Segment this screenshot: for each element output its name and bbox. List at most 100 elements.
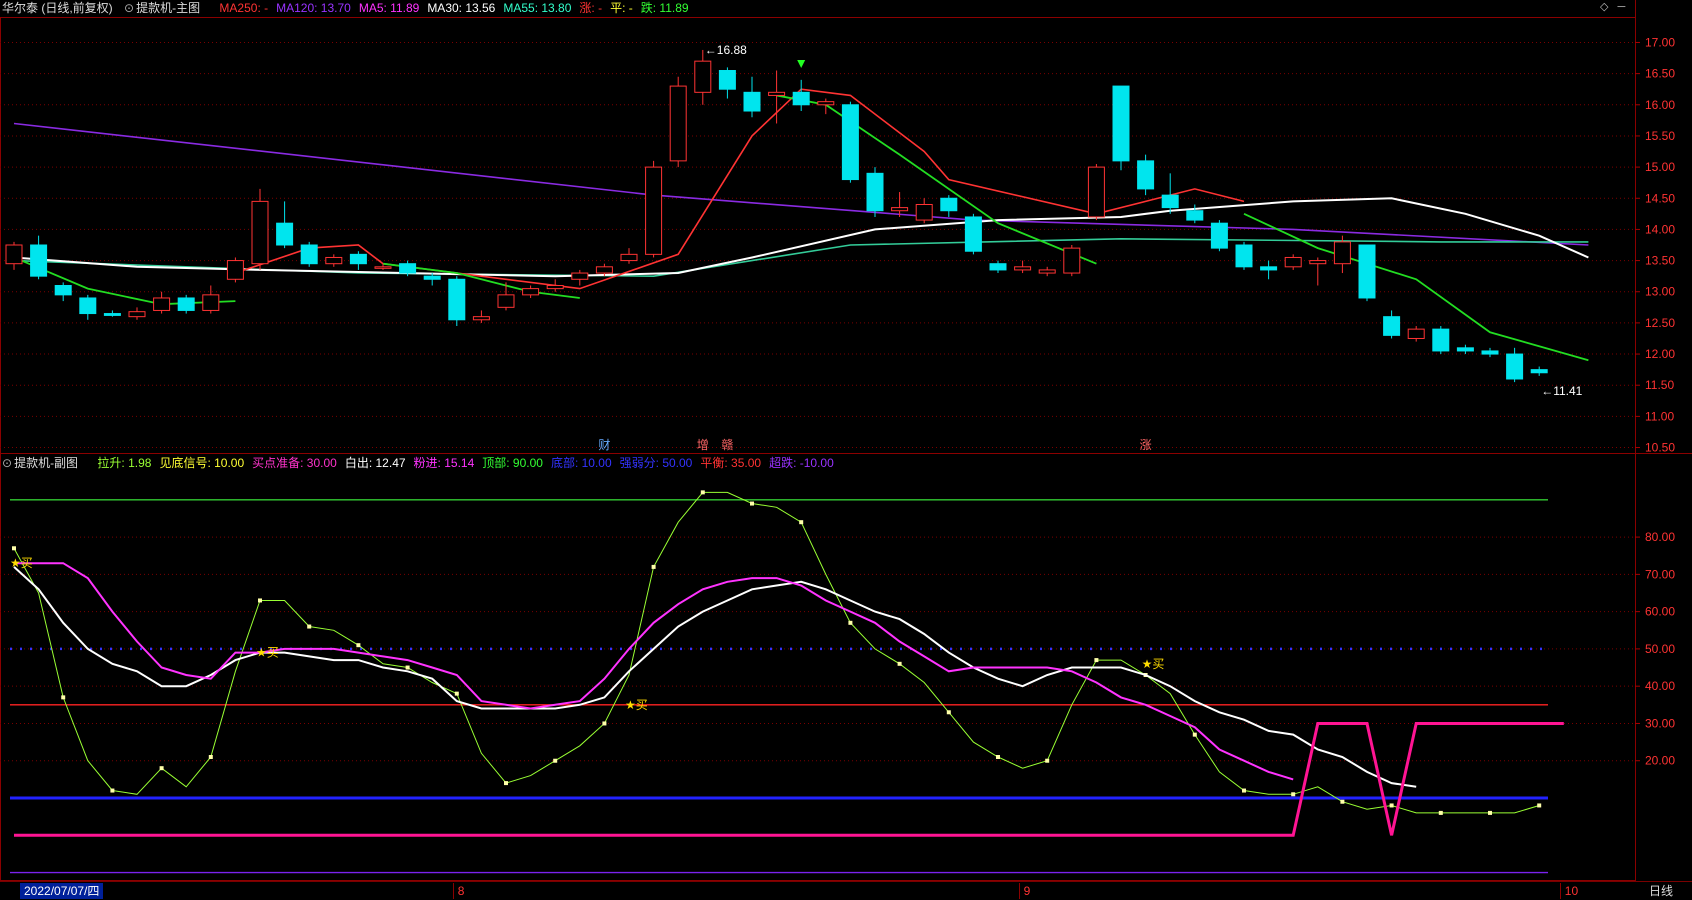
candle-body [1481, 350, 1499, 355]
month-label: 9 [1018, 883, 1035, 899]
candle-body [645, 166, 663, 255]
data-point [897, 661, 902, 666]
candle-body [546, 285, 564, 290]
buy-marker: ★买 [256, 646, 279, 660]
candle-body [1358, 244, 1376, 299]
data-point [651, 564, 656, 569]
data-point [1045, 758, 1050, 763]
main-y-tick-label: 10.50 [1645, 441, 1675, 455]
candle-body [103, 313, 121, 316]
main-indicator-value: MA120: 13.70 [276, 1, 351, 15]
series-粉进 [14, 562, 1294, 781]
main-y-tick-label: 11.50 [1645, 378, 1674, 392]
data-point [1192, 732, 1197, 737]
period-tab[interactable]: 日线 [1645, 883, 1677, 899]
sub-y-tick-label: 70.00 [1645, 567, 1675, 581]
data-point [996, 755, 1000, 759]
candle-body [1407, 328, 1425, 339]
candle-body [226, 260, 244, 280]
line-ma120 [13, 122, 1589, 246]
down-arrow-icon [797, 60, 806, 68]
sub-y-tick-label: 30.00 [1645, 716, 1675, 730]
event-marker: 增 [697, 438, 709, 452]
candle-body [792, 91, 810, 106]
candle-body [1014, 266, 1032, 271]
data-point [61, 695, 66, 700]
line-ma30 [13, 197, 1589, 278]
sub-indicator-value: 强弱分: 50.00 [619, 456, 693, 470]
data-point [1438, 810, 1443, 815]
date-label: 2022/07/07/四 [20, 883, 104, 899]
dropdown-icon[interactable]: ⊙ [2, 456, 12, 470]
sub-y-tick-label: 80.00 [1645, 530, 1675, 544]
main-y-tick-label: 12.50 [1645, 316, 1675, 330]
data-point [848, 620, 853, 625]
candle-body [1432, 328, 1450, 352]
candle-body [841, 104, 859, 181]
line-ma5-down [776, 94, 1097, 265]
candle-body [251, 200, 269, 265]
stock-name[interactable]: 华尔泰 (日线,前复权) [2, 1, 113, 15]
data-point [1340, 799, 1345, 804]
data-point [1291, 792, 1296, 797]
sub-indicator-value: 买点准备: 30.00 [252, 456, 337, 470]
data-point [208, 755, 213, 759]
candle-body [1309, 260, 1327, 265]
data-point [258, 598, 262, 603]
candle-body [1260, 266, 1278, 271]
sub-y-tick-label: 20.00 [1645, 754, 1675, 768]
candle-body [128, 311, 146, 318]
candle-body [1063, 247, 1081, 274]
candle-body [325, 256, 343, 265]
main-indicator-name[interactable]: ⊙ 提款机-主图 [124, 1, 208, 15]
candle-body [497, 294, 515, 308]
candle-body [1137, 160, 1155, 190]
candle-body [522, 288, 540, 296]
minimize-button[interactable]: ─ [1618, 1, 1626, 13]
event-marker: 涨 [1140, 437, 1152, 452]
data-point [504, 781, 508, 786]
candle-body [768, 91, 786, 96]
chart-canvas: 10.50 11.00 11.50 12.00 12.50 13.00 13.50 14.00… [0, 0, 1692, 881]
sub-y-tick-label: 50.00 [1645, 642, 1675, 656]
main-chart-header: 华尔泰 (日线,前复权) ⊙ 提款机-主图 MA250: - MA120: 13.7… [2, 0, 705, 16]
main-y-tick-label: 15.00 [1645, 160, 1675, 174]
data-point [110, 788, 115, 793]
candle-body [276, 222, 294, 246]
main-indicator-value: MA250: - [219, 1, 269, 15]
data-point [1242, 788, 1246, 793]
dropdown-icon[interactable]: ⊙ [124, 1, 134, 15]
data-point [356, 643, 361, 648]
data-point [602, 721, 607, 726]
candle-body [349, 253, 367, 265]
price-annotation: ←11.41 [1541, 384, 1582, 398]
main-indicator-value: MA5: 11.89 [358, 1, 420, 15]
candle-body [472, 316, 490, 321]
main-y-tick-label: 16.00 [1645, 98, 1675, 112]
sub-indicator-value: 顶部: 90.00 [482, 456, 543, 470]
candle-body [399, 263, 417, 274]
sub-indicator-name[interactable]: ⊙ 提款机-副图 [2, 456, 86, 470]
candle-body [1112, 85, 1130, 162]
candle-body [1038, 269, 1056, 274]
candle-body [940, 197, 958, 212]
sub-indicator-value: 拉升: 1.98 [97, 456, 152, 470]
month-label: 10 [1559, 883, 1582, 899]
candle-body [374, 266, 392, 269]
candle-body [153, 297, 171, 311]
candle-body [1186, 210, 1204, 221]
sub-indicator-value: 超跌: -10.00 [769, 456, 834, 470]
data-point [1488, 810, 1492, 815]
buy-marker: ★买 [10, 556, 33, 570]
sub-y-tick-label: 40.00 [1645, 679, 1675, 693]
candle-body [1530, 369, 1548, 374]
main-y-tick-label: 14.00 [1645, 222, 1675, 236]
window-controls: ◇ ─ [1600, 0, 1625, 13]
series-白出 [13, 566, 1417, 788]
main-y-tick-label: 17.00 [1645, 35, 1675, 49]
candle-body [300, 244, 318, 265]
diamond-button[interactable]: ◇ [1600, 1, 1608, 13]
event-marker: 赣 [721, 438, 733, 452]
candle-body [595, 266, 613, 274]
candle-body [1210, 222, 1228, 249]
